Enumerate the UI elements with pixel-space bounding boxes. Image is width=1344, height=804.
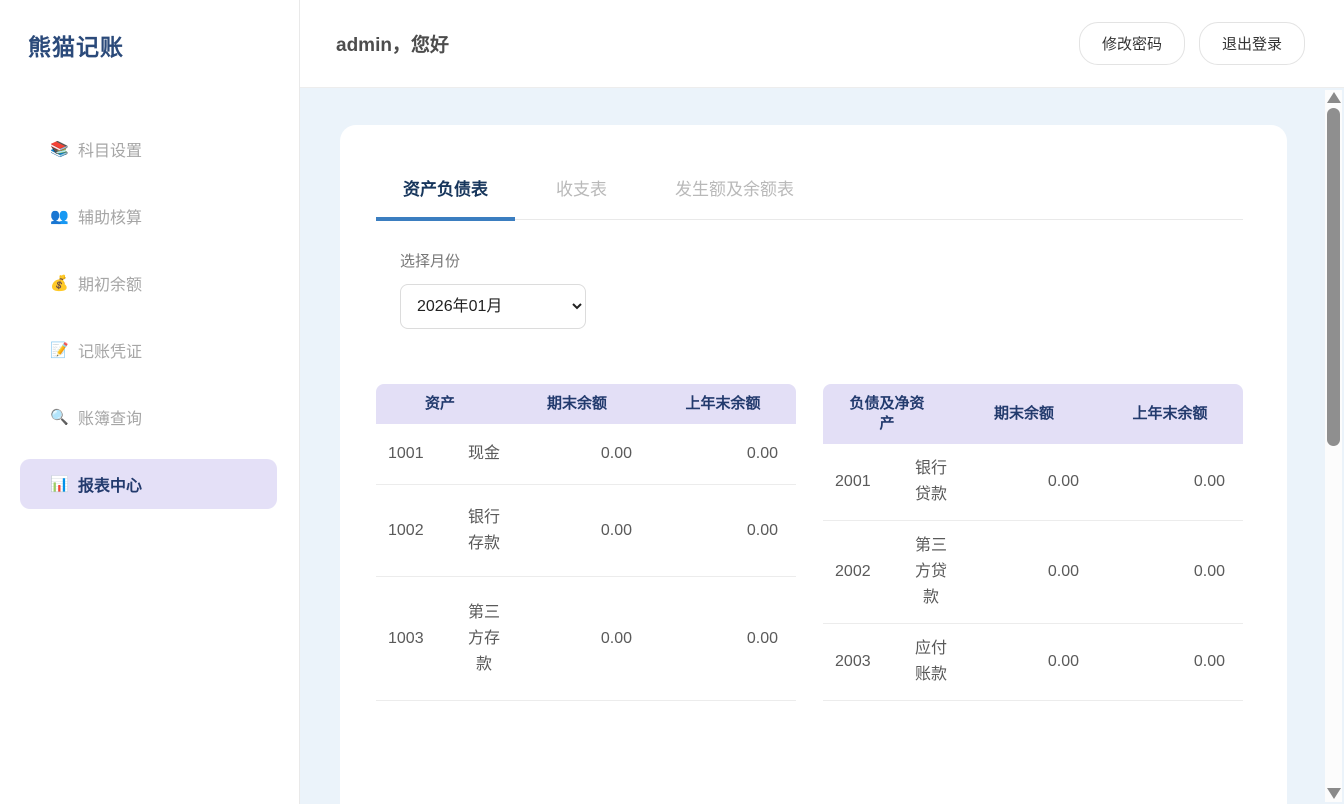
user-greeting: admin，您好 [336, 30, 449, 57]
sidebar-item-vouchers[interactable]: 📝 记账凭证 [20, 325, 277, 375]
tab-amounts-balances[interactable]: 发生额及余额表 [648, 175, 821, 221]
table-row: 2001 银行贷款 0.00 0.00 [823, 444, 1243, 521]
liabilities-header-row: 负债及净资产 期末余额 上年末余额 [823, 384, 1243, 444]
account-code: 2001 [823, 444, 911, 521]
account-code: 1002 [376, 485, 464, 577]
prior-balance-value: 0.00 [1097, 624, 1243, 701]
search-icon: 🔍 [50, 408, 78, 426]
tab-balance-sheet[interactable]: 资产负债表 [376, 175, 515, 221]
account-name: 应付账款 [911, 624, 951, 701]
ending-balance-value: 0.00 [951, 521, 1097, 624]
table-row: 2002 第三方贷款 0.00 0.00 [823, 521, 1243, 624]
assets-table: 资产 期末余额 上年末余额 1001 现金 0.00 0.00 [376, 384, 796, 701]
table-row: 2003 应付账款 0.00 0.00 [823, 624, 1243, 701]
scroll-up-arrow-icon[interactable] [1327, 92, 1341, 103]
prior-balance-value: 0.00 [1097, 521, 1243, 624]
sidebar-item-ledger-query[interactable]: 🔍 账簿查询 [20, 392, 277, 442]
sidebar-item-label: 科目设置 [78, 137, 142, 161]
assets-header: 资产 [376, 384, 504, 424]
sidebar-item-label: 记账凭证 [78, 338, 142, 362]
month-filter-label: 选择月份 [400, 250, 1243, 271]
ending-balance-value: 0.00 [504, 577, 650, 701]
sidebar-item-report-center[interactable]: 📊 报表中心 [20, 459, 277, 509]
sidebar-item-label: 账簿查询 [78, 405, 142, 429]
report-card: 资产负债表 收支表 发生额及余额表 选择月份 2026年01月 [340, 125, 1287, 804]
sidebar-item-label: 辅助核算 [78, 204, 142, 228]
ending-balance-header: 期末余额 [951, 384, 1097, 444]
prior-year-balance-header: 上年末余额 [1097, 384, 1243, 444]
month-filter: 选择月份 2026年01月 [400, 250, 1243, 329]
scrollbar-thumb[interactable] [1327, 108, 1340, 446]
sidebar-item-label: 期初余额 [78, 271, 142, 295]
table-row: 1002 银行存款 0.00 0.00 [376, 485, 796, 577]
table-row: 1001 现金 0.00 0.00 [376, 424, 796, 485]
ending-balance-value: 0.00 [951, 444, 1097, 521]
prior-balance-value: 0.00 [650, 485, 796, 577]
ending-balance-value: 0.00 [951, 624, 1097, 701]
account-code: 2002 [823, 521, 911, 624]
sidebar-menu: 📚 科目设置 👥 辅助核算 💰 期初余额 📝 记账凭证 🔍 账簿查询 📊 [0, 124, 299, 509]
prior-balance-value: 0.00 [1097, 444, 1243, 521]
topbar-actions: 修改密码 退出登录 [1079, 22, 1305, 65]
assets-header-row: 资产 期末余额 上年末余额 [376, 384, 796, 424]
sidebar-item-subject-settings[interactable]: 📚 科目设置 [20, 124, 277, 174]
prior-year-balance-header: 上年末余额 [650, 384, 796, 424]
sidebar-item-opening-balance[interactable]: 💰 期初余额 [20, 258, 277, 308]
people-icon: 👥 [50, 207, 78, 225]
table-row: 1003 第三方存款 0.00 0.00 [376, 577, 796, 701]
account-code: 1001 [376, 424, 464, 485]
app-title: 熊猫记账 [0, 0, 299, 62]
prior-balance-value: 0.00 [650, 424, 796, 485]
change-password-button[interactable]: 修改密码 [1079, 22, 1185, 65]
liabilities-table: 负债及净资产 期末余额 上年末余额 2001 银行贷款 0.00 0.00 [823, 384, 1243, 701]
app-window: 熊猫记账 📚 科目设置 👥 辅助核算 💰 期初余额 📝 记账凭证 🔍 账簿查询 [0, 0, 1344, 804]
report-tabs: 资产负债表 收支表 发生额及余额表 [376, 175, 1243, 220]
main-area: admin，您好 修改密码 退出登录 资产负债表 收支表 发生额及余额表 选择月… [300, 0, 1344, 804]
liabilities-header: 负债及净资产 [823, 384, 951, 444]
account-name: 银行贷款 [911, 444, 951, 521]
books-icon: 📚 [50, 140, 78, 158]
sidebar-item-auxiliary-accounting[interactable]: 👥 辅助核算 [20, 191, 277, 241]
month-select[interactable]: 2026年01月 [400, 284, 586, 329]
account-code: 2003 [823, 624, 911, 701]
ending-balance-header: 期末余额 [504, 384, 650, 424]
prior-balance-value: 0.00 [650, 577, 796, 701]
memo-icon: 📝 [50, 341, 78, 359]
balance-sheet-tables: 资产 期末余额 上年末余额 1001 现金 0.00 0.00 [376, 384, 1243, 701]
account-name: 第三方贷款 [911, 521, 951, 624]
logout-button[interactable]: 退出登录 [1199, 22, 1305, 65]
money-bag-icon: 💰 [50, 274, 78, 292]
bar-chart-icon: 📊 [50, 475, 78, 493]
topbar: admin，您好 修改密码 退出登录 [300, 0, 1344, 88]
account-name: 现金 [464, 424, 504, 485]
account-name: 第三方存款 [464, 577, 504, 701]
sidebar: 熊猫记账 📚 科目设置 👥 辅助核算 💰 期初余额 📝 记账凭证 🔍 账簿查询 [0, 0, 300, 804]
ending-balance-value: 0.00 [504, 424, 650, 485]
account-name: 银行存款 [464, 485, 504, 577]
sidebar-item-label: 报表中心 [78, 472, 142, 496]
vertical-scrollbar[interactable] [1325, 90, 1342, 802]
scroll-down-arrow-icon[interactable] [1327, 788, 1341, 799]
ending-balance-value: 0.00 [504, 485, 650, 577]
tab-income-expense[interactable]: 收支表 [529, 175, 634, 221]
account-code: 1003 [376, 577, 464, 701]
content-area: 资产负债表 收支表 发生额及余额表 选择月份 2026年01月 [300, 88, 1344, 804]
